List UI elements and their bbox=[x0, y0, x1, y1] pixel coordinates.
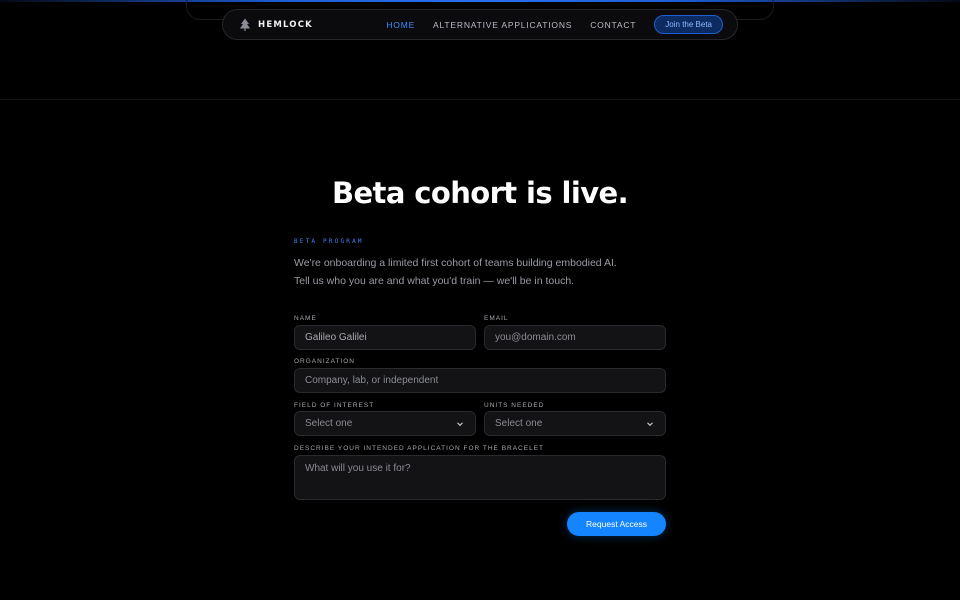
field-of-interest-label: FIELD OF INTEREST bbox=[294, 402, 375, 409]
units-needed-label: UNITS NEEDED bbox=[484, 402, 545, 409]
units-needed-select[interactable]: Select one bbox=[484, 411, 666, 436]
field-of-interest-select[interactable]: Select one bbox=[294, 411, 476, 436]
nav-link-contact[interactable]: CONTACT bbox=[590, 20, 636, 30]
page-title: Beta cohort is live. bbox=[331, 176, 629, 210]
intro-text: We're onboarding a limited first cohort … bbox=[294, 254, 674, 290]
field-of-interest-value: Select one bbox=[305, 418, 353, 429]
brand[interactable]: HEMLOCK bbox=[239, 18, 313, 32]
email-field[interactable]: you@domain.com bbox=[484, 325, 666, 350]
eyebrow-label: BETA PROGRAM bbox=[294, 238, 364, 245]
top-navbar: HEMLOCK HOME ALTERNATIVE APPLICATIONS CO… bbox=[222, 9, 738, 40]
name-label: NAME bbox=[294, 315, 317, 322]
chevron-down-icon bbox=[455, 419, 465, 429]
intro-line-1: We're onboarding a limited first cohort … bbox=[294, 257, 617, 269]
tree-icon bbox=[239, 18, 251, 32]
units-needed-value: Select one bbox=[495, 418, 543, 429]
intro-line-2: Tell us who you are and what you'd train… bbox=[294, 275, 575, 287]
nav-link-home[interactable]: HOME bbox=[386, 20, 415, 30]
email-label: EMAIL bbox=[484, 315, 509, 322]
application-label: DESCRIBE YOUR INTENDED APPLICATION FOR T… bbox=[294, 445, 545, 452]
brand-name: HEMLOCK bbox=[258, 19, 313, 30]
name-field[interactable]: Galileo Galilei bbox=[294, 325, 476, 350]
section-divider bbox=[0, 99, 960, 100]
nav-links: HOME ALTERNATIVE APPLICATIONS CONTACT Jo… bbox=[368, 15, 723, 34]
join-beta-button[interactable]: Join the Beta bbox=[654, 15, 723, 34]
organization-field[interactable]: Company, lab, or independent bbox=[294, 368, 666, 393]
chevron-down-icon bbox=[645, 419, 655, 429]
nav-link-alternative-applications[interactable]: ALTERNATIVE APPLICATIONS bbox=[433, 20, 572, 30]
organization-label: ORGANIZATION bbox=[294, 358, 355, 365]
request-access-button[interactable]: Request Access bbox=[567, 512, 666, 536]
application-textarea[interactable]: What will you use it for? bbox=[294, 455, 666, 500]
